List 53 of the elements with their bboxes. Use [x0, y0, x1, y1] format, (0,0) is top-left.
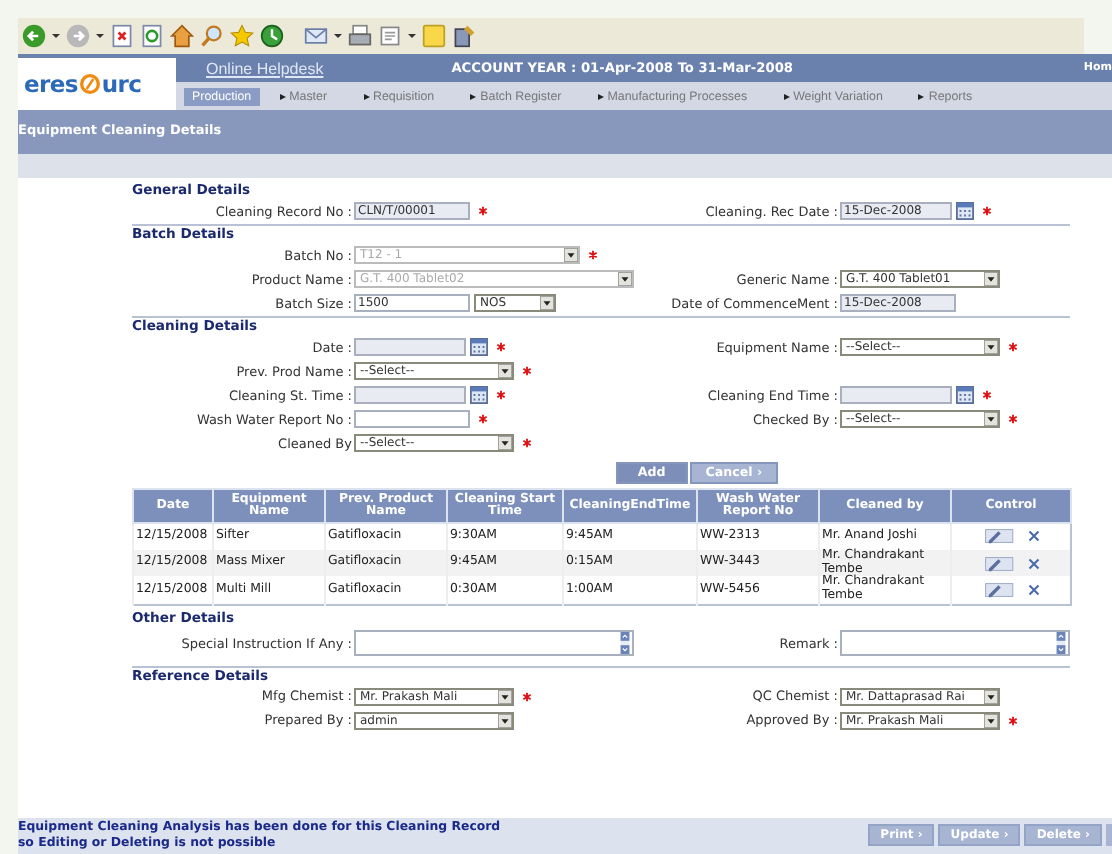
caret-icon — [564, 248, 578, 262]
caret-icon — [498, 713, 512, 728]
star-icon[interactable] — [230, 24, 254, 48]
bullet-icon — [470, 93, 477, 99]
bullet-icon — [363, 93, 370, 99]
calendar-icon[interactable] — [956, 386, 974, 404]
logo-text: urc — [101, 70, 142, 98]
delete-icon[interactable] — [1027, 583, 1039, 596]
logo-text: eres — [24, 70, 78, 98]
back-icon[interactable] — [22, 24, 46, 48]
caret-icon — [984, 272, 998, 286]
scroll-arrows-icon[interactable] — [618, 632, 632, 655]
delete-icon[interactable] — [1027, 557, 1039, 569]
bullet-icon — [783, 93, 790, 99]
caret-icon[interactable] — [408, 32, 416, 40]
date-field[interactable] — [354, 338, 466, 356]
date-field[interactable] — [840, 386, 952, 404]
edit-icon[interactable] — [983, 555, 1015, 571]
calendar-icon[interactable] — [956, 202, 974, 220]
caret-icon — [498, 689, 512, 704]
date-field[interactable] — [354, 386, 466, 404]
edit-icon[interactable] — [983, 581, 1015, 598]
calendar-icon[interactable] — [470, 386, 488, 404]
home-icon[interactable] — [170, 24, 194, 48]
delete-icon[interactable] — [1027, 530, 1039, 543]
stop-icon[interactable] — [110, 24, 134, 48]
caret-icon — [498, 436, 512, 450]
caret-icon[interactable] — [334, 32, 342, 40]
edit-icon[interactable] — [983, 528, 1015, 545]
caret-icon — [540, 296, 554, 310]
calendar-icon[interactable] — [470, 338, 488, 356]
search-icon[interactable] — [200, 24, 224, 48]
caret-icon[interactable] — [96, 32, 104, 40]
caret-icon — [498, 364, 512, 378]
logo-mark-icon — [79, 74, 100, 94]
caret-icon[interactable] — [52, 32, 60, 40]
caret-icon — [984, 340, 998, 354]
text-field[interactable] — [354, 410, 470, 428]
history-icon[interactable] — [260, 24, 284, 48]
caret-icon — [984, 689, 998, 704]
bullet-icon — [597, 93, 604, 99]
printer-icon[interactable] — [348, 24, 372, 48]
caret-icon — [984, 713, 998, 728]
tools-icon[interactable] — [452, 24, 476, 48]
bullet-icon — [279, 93, 286, 99]
caret-icon — [618, 272, 632, 286]
caret-icon — [984, 412, 998, 426]
helpdesk-link[interactable]: Online Helpdesk — [206, 59, 324, 77]
bullet-icon — [918, 93, 925, 99]
scroll-arrows-icon[interactable] — [1054, 632, 1068, 655]
text-area[interactable] — [840, 630, 1070, 657]
text-area[interactable] — [354, 630, 634, 657]
refresh-icon[interactable] — [140, 24, 164, 48]
